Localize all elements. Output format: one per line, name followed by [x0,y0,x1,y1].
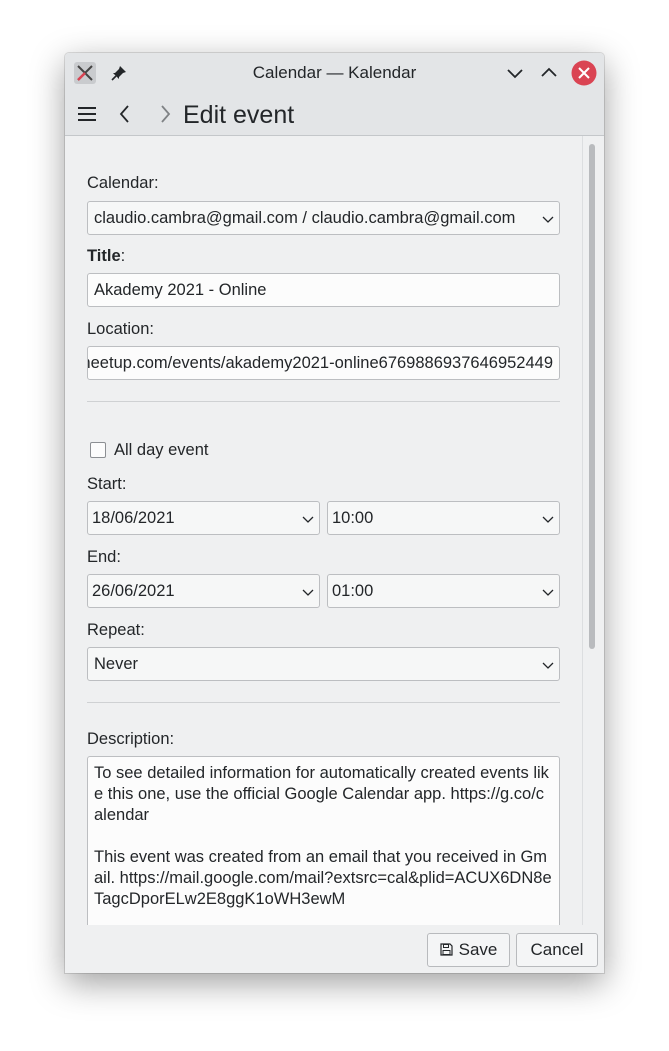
save-button[interactable]: Save [427,933,510,967]
title-input[interactable]: Akademy 2021 - Online [87,273,560,307]
hamburger-menu-icon[interactable] [76,103,98,125]
calendar-label: Calendar: [87,174,159,192]
repeat-value: Never [94,655,139,673]
app-window: Calendar — Kalendar Edit event Calendar: [65,53,604,973]
location-label: Location: [87,320,154,338]
section-divider [87,401,560,402]
title-label: Title: [87,247,125,266]
start-date-value: 18/06/2021 [92,509,175,527]
edit-event-form: Calendar: claudio.cambra@gmail.com / cla… [65,136,604,925]
repeat-select[interactable]: Never [87,647,560,681]
calendar-select-value: claudio.cambra@gmail.com / claudio.cambr… [94,209,516,227]
end-label: End: [87,548,121,566]
chevron-down-icon [542,516,554,523]
chevron-down-icon [302,589,314,596]
header-toolbar: Edit event [65,93,604,136]
close-button[interactable] [571,60,597,86]
chevron-down-icon [542,662,554,669]
location-input[interactable]: https://www.meetup.com/events/akademy202… [87,346,560,380]
description-textarea[interactable]: To see detailed information for automati… [87,756,560,925]
scroll-track [582,136,583,925]
start-time-select[interactable]: 10:00 [327,501,560,535]
end-date-value: 26/06/2021 [92,582,175,600]
title-bar: Calendar — Kalendar [65,53,604,93]
title-input-value: Akademy 2021 - Online [94,281,267,299]
location-input-value: https://www.meetup.com/events/akademy202… [88,354,553,372]
minimize-button[interactable] [503,61,527,85]
cancel-button-label: Cancel [530,940,584,959]
section-divider [87,702,560,703]
start-time-value: 10:00 [332,509,374,527]
repeat-label: Repeat: [87,621,145,639]
all-day-label: All day event [114,441,209,459]
description-label: Description: [87,730,175,748]
end-date-select[interactable]: 26/06/2021 [87,574,320,608]
title-label-text: Title [87,247,121,265]
calendar-select[interactable]: claudio.cambra@gmail.com / claudio.cambr… [87,201,560,235]
chevron-down-icon [542,589,554,596]
page-title: Edit event [183,101,295,129]
chevron-down-icon [542,216,554,223]
start-label: Start: [87,475,127,493]
save-icon [440,943,453,956]
forward-arrow-icon[interactable] [154,103,176,125]
save-button-label: Save [458,940,498,959]
start-date-select[interactable]: 18/06/2021 [87,501,320,535]
back-arrow-icon[interactable] [114,103,136,125]
chevron-down-icon [302,516,314,523]
dialog-footer: Save Cancel [65,925,604,973]
scrollbar-handle[interactable] [589,144,595,649]
end-time-select[interactable]: 01:00 [327,574,560,608]
maximize-button[interactable] [537,61,561,85]
title-label-colon: : [120,247,126,265]
cancel-button[interactable]: Cancel [516,933,598,967]
end-time-value: 01:00 [332,582,374,600]
all-day-checkbox[interactable] [90,442,106,458]
